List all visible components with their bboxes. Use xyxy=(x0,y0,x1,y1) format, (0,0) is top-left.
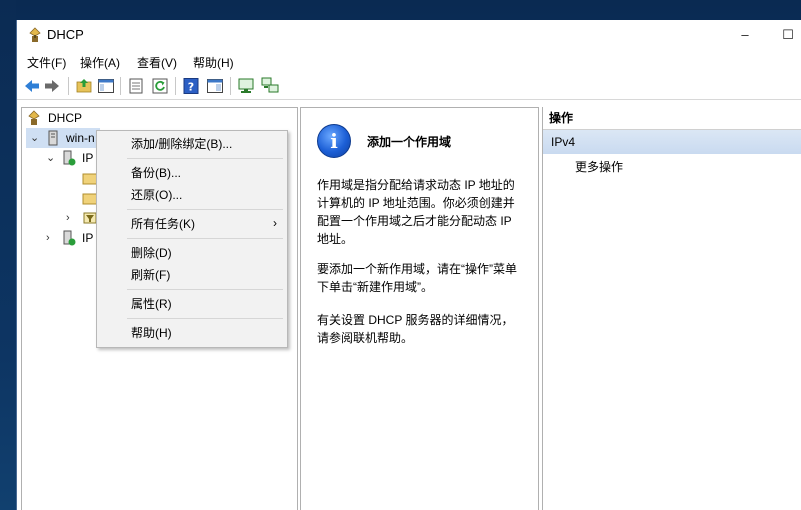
action-pane-header: 操作 xyxy=(543,107,801,130)
menu-separator xyxy=(127,289,283,290)
refresh-icon[interactable] xyxy=(151,77,169,95)
menu-item-backup[interactable]: 备份(B)... xyxy=(131,163,181,183)
toolbar-separator xyxy=(120,77,121,95)
back-arrow-icon[interactable] xyxy=(23,77,41,95)
chevron-down-icon[interactable]: ⌄ xyxy=(46,153,56,164)
context-menu: 添加/删除绑定(B)... 备份(B)... 还原(O)... 所有任务(K) … xyxy=(96,130,288,348)
action-section-ipv4[interactable]: IPv4 xyxy=(543,130,801,154)
tree-label-ipv4: IP xyxy=(82,151,94,165)
title-bar[interactable]: DHCP – ☐ xyxy=(17,20,801,50)
menu-file[interactable]: 文件(F) xyxy=(27,54,66,71)
export-list-icon[interactable] xyxy=(127,77,145,95)
server-icon xyxy=(48,130,58,146)
dhcp-tree-icon xyxy=(28,110,40,125)
menu-action[interactable]: 操作(A) xyxy=(80,54,120,71)
minimize-button[interactable]: – xyxy=(734,24,756,46)
window-title: DHCP xyxy=(47,27,84,42)
description-title: 添加一个作用域 xyxy=(367,135,452,149)
toolbar-separator xyxy=(175,77,176,95)
chevron-right-icon[interactable]: › xyxy=(46,233,56,244)
menu-separator xyxy=(127,209,283,210)
toolbar-separator xyxy=(68,77,69,95)
ipv4-server-icon xyxy=(63,150,76,166)
info-icon: i xyxy=(317,124,351,158)
menu-item-refresh[interactable]: 刷新(F) xyxy=(131,265,170,285)
dhcp-app-icon xyxy=(29,27,41,42)
tree-label-dhcp: DHCP xyxy=(48,111,83,125)
menu-item-all-tasks[interactable]: 所有任务(K) xyxy=(131,214,281,234)
submenu-arrow-icon: › xyxy=(273,216,277,230)
description-paragraph-1: 作用域是指分配给请求动态 IP 地址的计算机的 IP 地址范围。你必须创建并配置… xyxy=(317,178,515,246)
show-hide-console-tree-icon[interactable] xyxy=(97,77,115,95)
menu-separator xyxy=(127,238,283,239)
more-actions-link[interactable]: 更多操作 xyxy=(575,157,623,177)
forward-arrow-icon[interactable] xyxy=(43,77,61,95)
menu-bar: 文件(F) 操作(A) 查看(V) 帮助(H) xyxy=(17,50,801,72)
toolbar-separator xyxy=(230,77,231,95)
maximize-button[interactable]: ☐ xyxy=(777,24,799,46)
desktop-background xyxy=(0,0,16,510)
ipv6-server-icon xyxy=(63,230,76,246)
description-paragraph-2: 要添加一个新作用域，请在“操作”菜单下单击“新建作用域”。 xyxy=(317,262,517,294)
menu-item-add-remove-bindings[interactable]: 添加/删除绑定(B)... xyxy=(131,134,232,154)
toolbar: ? xyxy=(17,73,801,100)
tree-label-ipv6: IP xyxy=(82,231,94,245)
menu-item-help[interactable]: 帮助(H) xyxy=(131,323,172,343)
menu-separator xyxy=(127,318,283,319)
chevron-down-icon[interactable]: ⌄ xyxy=(30,133,40,144)
tree-item-server[interactable]: ⌄ win-n xyxy=(26,128,100,148)
chevron-right-icon[interactable]: › xyxy=(66,213,76,224)
action-pane: 操作 IPv4 更多操作 xyxy=(542,107,801,510)
help-icon[interactable]: ? xyxy=(182,77,200,95)
menu-separator xyxy=(127,158,283,159)
menu-item-restore[interactable]: 还原(O)... xyxy=(131,185,182,205)
menu-view[interactable]: 查看(V) xyxy=(137,54,177,71)
menu-item-delete[interactable]: 删除(D) xyxy=(131,243,172,263)
menu-help[interactable]: 帮助(H) xyxy=(193,54,234,71)
description-paragraph-3: 有关设置 DHCP 服务器的详细情况，请参阅联机帮助。 xyxy=(317,313,514,345)
up-folder-icon[interactable] xyxy=(75,77,93,95)
menu-item-properties[interactable]: 属性(R) xyxy=(131,294,172,314)
svg-text:?: ? xyxy=(188,81,194,94)
menu-item-all-tasks-label: 所有任务(K) xyxy=(131,217,195,231)
server-monitor-icon[interactable] xyxy=(237,77,255,95)
tree-label-server: win-n xyxy=(66,131,95,145)
network-computers-icon[interactable] xyxy=(261,77,279,95)
show-action-pane-icon[interactable] xyxy=(206,77,224,95)
result-pane: i 添加一个作用域 作用域是指分配给请求动态 IP 地址的计算机的 IP 地址范… xyxy=(300,107,539,510)
